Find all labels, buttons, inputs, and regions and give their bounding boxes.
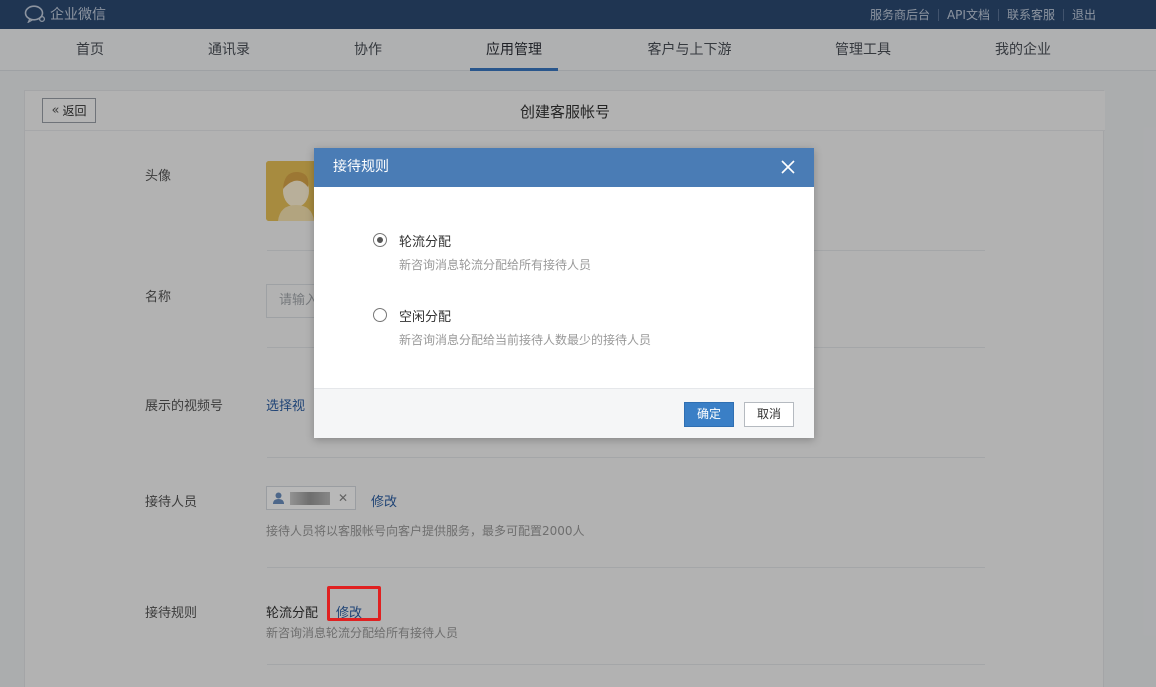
dialog-header: 接待规则 [314, 148, 814, 187]
dialog-body: 轮流分配 新咨询消息轮流分配给所有接待人员 空闲分配 新咨询消息分配给当前接待人… [314, 187, 814, 388]
dialog-title: 接待规则 [333, 159, 389, 175]
round-robin-radio[interactable] [373, 233, 387, 247]
reception-rule-dialog: 接待规则 轮流分配 新咨询消息轮流分配给所有接待人员 空闲分配 新咨询消息分配给… [314, 148, 814, 438]
close-icon[interactable] [778, 157, 798, 177]
idle-radio[interactable] [373, 308, 387, 322]
cancel-button[interactable]: 取消 [744, 402, 794, 427]
option-description: 新咨询消息轮流分配给所有接待人员 [399, 258, 592, 272]
highlight-box [327, 586, 381, 621]
option-title: 空闲分配 [399, 310, 452, 325]
dialog-footer: 确定 取消 [314, 388, 814, 438]
option-title: 轮流分配 [399, 235, 452, 250]
option-description: 新咨询消息分配给当前接待人数最少的接待人员 [399, 333, 652, 347]
confirm-button[interactable]: 确定 [684, 402, 734, 427]
